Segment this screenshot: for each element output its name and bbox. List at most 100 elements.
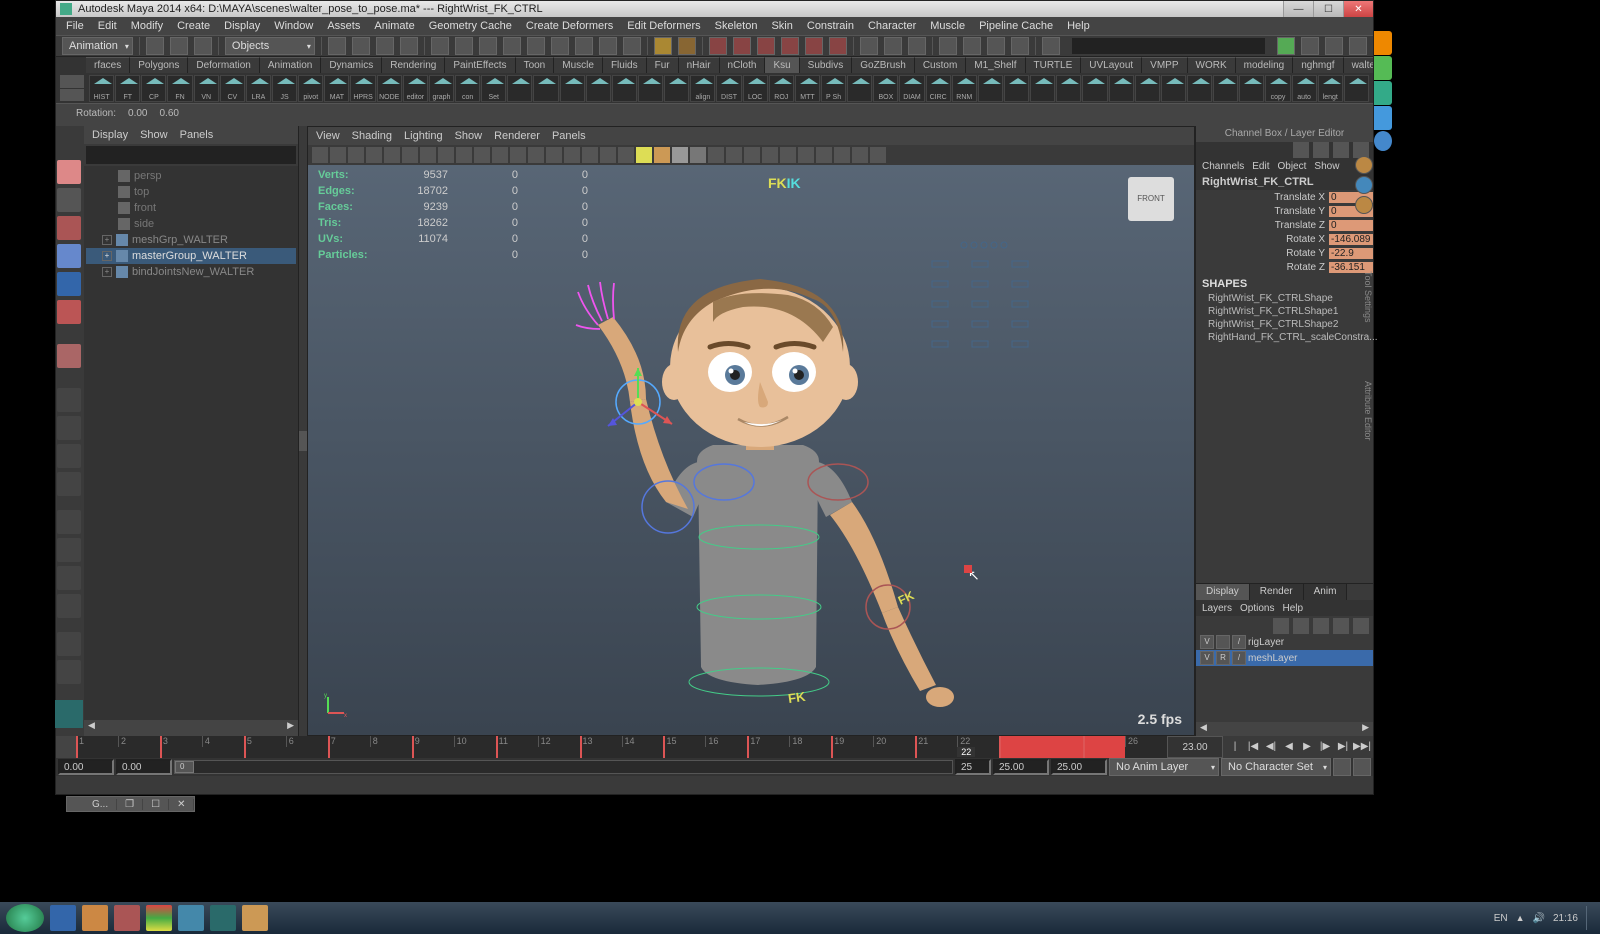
shelf-button[interactable] [1213,75,1238,102]
range-end-3[interactable] [1051,759,1107,775]
vp-menu-show[interactable]: Show [455,130,483,142]
layout-icon[interactable] [57,510,81,534]
shelf-tab-muscle[interactable]: Muscle [554,57,603,73]
vp-toolbar-icon[interactable] [528,147,544,163]
shelf-button[interactable] [1030,75,1055,102]
vp-menu-panels[interactable]: Panels [552,130,586,142]
play-button[interactable]: |▶ [1317,739,1333,755]
shelf-tab-fluids[interactable]: Fluids [603,57,647,73]
show-desktop-button[interactable] [1586,906,1594,930]
timeline-end-frame[interactable]: 23.00 [1167,736,1223,758]
shelf-button[interactable] [1344,75,1369,102]
tab-max-icon[interactable]: ☐ [143,799,169,810]
menu-animate[interactable]: Animate [374,20,414,32]
paint-tool-icon[interactable] [57,216,81,240]
tb-icon[interactable] [352,37,370,55]
menu-edit[interactable]: Edit [98,20,117,32]
play-button[interactable]: ▶ [1299,739,1315,755]
side-tab-pause[interactable] [1374,131,1392,151]
taskbar-explorer-icon[interactable] [242,905,268,931]
vp-toolbar-icon[interactable] [474,147,490,163]
shelf-tab-vmpp[interactable]: VMPP [1142,57,1187,73]
snap-icon[interactable] [527,37,545,55]
shelf-tab-toon[interactable]: Toon [516,57,555,73]
play-button[interactable]: |◀◀ [1227,739,1243,755]
play-button[interactable]: ▶▶| [1353,739,1369,755]
shelf-button[interactable]: JS [272,75,297,102]
layout-icon[interactable] [57,594,81,618]
shelf-tab-animation[interactable]: Animation [260,57,321,73]
layout-icon[interactable] [987,37,1005,55]
side-tab-orange[interactable] [1374,31,1392,55]
maya-home-icon[interactable] [55,700,83,728]
shelf-button[interactable] [1109,75,1134,102]
rtab-icon[interactable] [1355,156,1373,174]
command-field[interactable] [1072,38,1265,54]
shelf-button[interactable] [1161,75,1186,102]
side-tab-green[interactable] [1374,56,1392,80]
vp-toolbar-icon[interactable] [870,147,886,163]
shelf-tab-painteffects[interactable]: PaintEffects [445,57,515,73]
shelf-button[interactable]: LOC [743,75,768,102]
outliner-search[interactable] [86,146,296,164]
tray-icon[interactable]: 🔊 [1533,913,1545,924]
play-button[interactable]: ▶| [1335,739,1351,755]
cb-icon[interactable] [1293,142,1309,158]
layout-icon[interactable] [963,37,981,55]
shape-item[interactable]: RightWrist_FK_CTRLShape [1196,292,1373,305]
menu-file[interactable]: File [66,20,84,32]
layout-icon[interactable] [57,444,81,468]
shape-item[interactable]: RightWrist_FK_CTRLShape1 [1196,305,1373,318]
right-tab-label-2[interactable]: Attribute Editor [1357,381,1373,441]
layer-icon[interactable] [1333,618,1349,634]
shelf-button[interactable] [1082,75,1107,102]
move-tool-icon[interactable] [57,244,81,268]
layer-name[interactable]: meshLayer [1248,653,1297,664]
timeline-track[interactable]: 1234567891011121314151617181920212223242… [76,736,1167,758]
range-thumb[interactable]: 0 [175,761,194,773]
shelf-button[interactable]: pivot [298,75,323,102]
menu-create-deformers[interactable]: Create Deformers [526,20,613,32]
shelf-tab-gozbrush[interactable]: GoZBrush [852,57,915,73]
menu-modify[interactable]: Modify [131,20,163,32]
layer-tab-display[interactable]: Display [1196,584,1250,600]
vp-toolbar-icon[interactable] [726,147,742,163]
construction-icon[interactable] [805,37,823,55]
taskbar-ie-icon[interactable] [50,905,76,931]
shelf-button[interactable] [1239,75,1264,102]
right-tab-label-1[interactable]: Tool Settings [1357,271,1373,323]
layer-row[interactable]: VR/meshLayer [1196,650,1373,666]
tb-icon[interactable] [376,37,394,55]
selection-mask-dropdown[interactable]: Objects [225,37,315,55]
vp-toolbar-icon[interactable] [834,147,850,163]
outliner-menu-show[interactable]: Show [140,129,168,141]
attr-value[interactable]: 0 [1329,220,1373,231]
layout-icon[interactable] [908,37,926,55]
keyframe[interactable] [831,736,833,758]
vp-toolbar-icon[interactable] [456,147,472,163]
menu-muscle[interactable]: Muscle [930,20,965,32]
vp-toolbar-icon[interactable] [798,147,814,163]
new-scene-icon[interactable] [146,37,164,55]
shelf-button[interactable]: Set [481,75,506,102]
shelf-button[interactable]: MAT [324,75,349,102]
shelf-button[interactable] [1135,75,1160,102]
layer-menu-options[interactable]: Options [1240,603,1274,614]
layout-icon[interactable] [57,660,81,684]
snap-icon[interactable] [551,37,569,55]
layer-menu-help[interactable]: Help [1282,603,1303,614]
outliner-scrollbar[interactable]: ◀▶ [84,720,298,736]
vp-toolbar-icon[interactable] [654,147,670,163]
construction-icon[interactable] [757,37,775,55]
shelf-button[interactable]: P Sh [821,75,846,102]
menu-skeleton[interactable]: Skeleton [715,20,758,32]
keyframe[interactable] [580,736,582,758]
command-line[interactable] [56,776,1373,794]
layer-swatch[interactable]: / [1232,651,1246,665]
keyframe[interactable] [915,736,917,758]
layer-swatch[interactable]: / [1232,635,1246,649]
menu-create[interactable]: Create [177,20,210,32]
shelf-button[interactable]: HIST [89,75,114,102]
maximize-button[interactable]: ☐ [1313,1,1343,17]
attr-value[interactable]: -22.9 [1329,248,1373,259]
